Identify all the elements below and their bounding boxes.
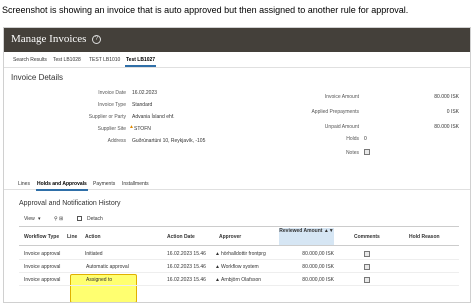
holds-value[interactable]: 0 — [364, 136, 367, 142]
address-label: Address — [107, 138, 126, 144]
screenshot-frame: Manage Invoices ? Search Results Test LB… — [3, 27, 471, 303]
approver-cell: Workflow system — [221, 264, 259, 270]
comment-icon[interactable] — [364, 264, 370, 270]
col-workflow-type[interactable]: Workflow Type — [24, 234, 59, 240]
flag-icon: ▲ — [215, 251, 220, 257]
supplier-site-value[interactable]: STOFN — [134, 126, 151, 132]
toolbar-icons[interactable]: ⚲ ⊞ — [54, 216, 63, 222]
col-comments[interactable]: Comments — [354, 234, 380, 240]
view-dropdown-icon[interactable]: ▾ — [38, 216, 41, 222]
notes-label: Notes — [345, 150, 359, 156]
comment-icon[interactable] — [364, 277, 370, 283]
document-tabs: Search Results Test LB1028 TEST LB1010 T… — [4, 52, 470, 68]
applied-prepayments-value[interactable]: 0 ISK — [404, 109, 459, 115]
history-table-header: Workflow Type Line Action Action Date Ap… — [19, 226, 459, 246]
supplier-value[interactable]: Advania Ísland ehf. — [132, 114, 175, 120]
invoice-amount-value: 80.000 ISK — [434, 94, 459, 100]
holds-label: Holds — [346, 136, 359, 142]
col-hold-reason[interactable]: Hold Reason — [409, 234, 440, 240]
comment-icon[interactable] — [364, 251, 370, 257]
history-title: Approval and Notification History — [19, 200, 121, 207]
sort-icon[interactable]: ▲▼ — [324, 228, 334, 234]
table-row[interactable]: Invoice approval Automatic approval 16.0… — [19, 261, 459, 273]
applied-prepayments-label: Applied Prepayments — [311, 109, 359, 115]
workflow-type-cell: Invoice approval — [24, 277, 61, 283]
invoice-type-value: Standard — [132, 102, 153, 108]
help-icon[interactable]: ? — [92, 35, 101, 44]
invoice-amount-label: Invoice Amount — [324, 94, 359, 100]
table-row[interactable]: Invoice approval Initiated 16.02.2023 15… — [19, 248, 459, 260]
approver-cell: Arnbjörn Olafsson — [221, 277, 262, 283]
invoice-type-label: Invoice Type — [98, 102, 126, 108]
table-row[interactable]: Invoice approval Assigned to 16.02.2023 … — [19, 274, 459, 286]
invoice-date-label: Invoice Date — [98, 90, 126, 96]
reviewed-amount-cell: 80.000,00 ISK — [302, 264, 334, 270]
action-cell: Automatic approval — [86, 264, 129, 270]
view-menu[interactable]: View — [24, 216, 35, 222]
action-cell: Initiated — [85, 251, 103, 257]
subtab-holds-approvals[interactable]: Holds and Approvals — [36, 181, 88, 191]
notes-icon[interactable] — [364, 149, 370, 155]
subtab-payments[interactable]: Payments — [93, 181, 115, 187]
tab-search-results[interactable]: Search Results — [13, 57, 47, 63]
reviewed-amount-cell: 80.000,00 ISK — [302, 251, 334, 257]
page-title: Manage Invoices — [11, 33, 87, 45]
flag-icon: ▲ — [215, 264, 220, 270]
detail-subtabs: Lines Holds and Approvals Payments Insta… — [4, 178, 470, 191]
subtab-lines[interactable]: Lines — [18, 181, 30, 187]
tab-test-lb1028[interactable]: Test LB1028 — [53, 57, 81, 63]
address-value: Guðrúnartúni 10, Reykjavík, -105 — [132, 138, 206, 144]
detach-icon[interactable] — [77, 216, 82, 221]
reviewed-amount-cell: 80.000,00 ISK — [302, 277, 334, 283]
app-header: Manage Invoices ? — [4, 28, 470, 52]
invoice-details-title: Invoice Details — [11, 73, 64, 82]
caption: Screenshot is showing an invoice that is… — [2, 5, 409, 15]
tab-test-lb1010[interactable]: TEST LB1010 — [89, 57, 120, 63]
workflow-type-cell: Invoice approval — [24, 251, 61, 257]
col-action[interactable]: Action — [85, 234, 101, 240]
action-date-cell: 16.02.2023 15.46 — [167, 251, 206, 257]
flag-icon: ▲ — [215, 277, 220, 283]
col-action-date[interactable]: Action Date — [167, 234, 195, 240]
workflow-type-cell: Invoice approval — [24, 264, 61, 270]
subtab-installments[interactable]: Installments — [122, 181, 149, 187]
unpaid-amount-value: 80.000 ISK — [434, 124, 459, 130]
tab-test-lb1027[interactable]: Test LB1027 — [124, 57, 157, 67]
detach-button[interactable]: Detach — [87, 216, 103, 222]
invoice-date-value: 16.02.2023 — [132, 90, 158, 96]
unpaid-amount-label: Unpaid Amount — [324, 124, 359, 130]
action-cell: Assigned to — [86, 277, 113, 283]
supplier-site-label: Supplier Site — [97, 126, 126, 132]
col-reviewed-amount[interactable]: Reviewed Amount ▲▼ — [279, 228, 334, 245]
supplier-label: Supplier or Party — [88, 114, 126, 120]
action-date-cell: 16.02.2023 15.46 — [167, 264, 206, 270]
approver-cell: hörhalldottir frontprg — [221, 251, 266, 257]
col-line[interactable]: Line — [67, 234, 77, 240]
action-date-cell: 16.02.2023 15.46 — [167, 277, 206, 283]
col-approver[interactable]: Approver — [219, 234, 241, 240]
